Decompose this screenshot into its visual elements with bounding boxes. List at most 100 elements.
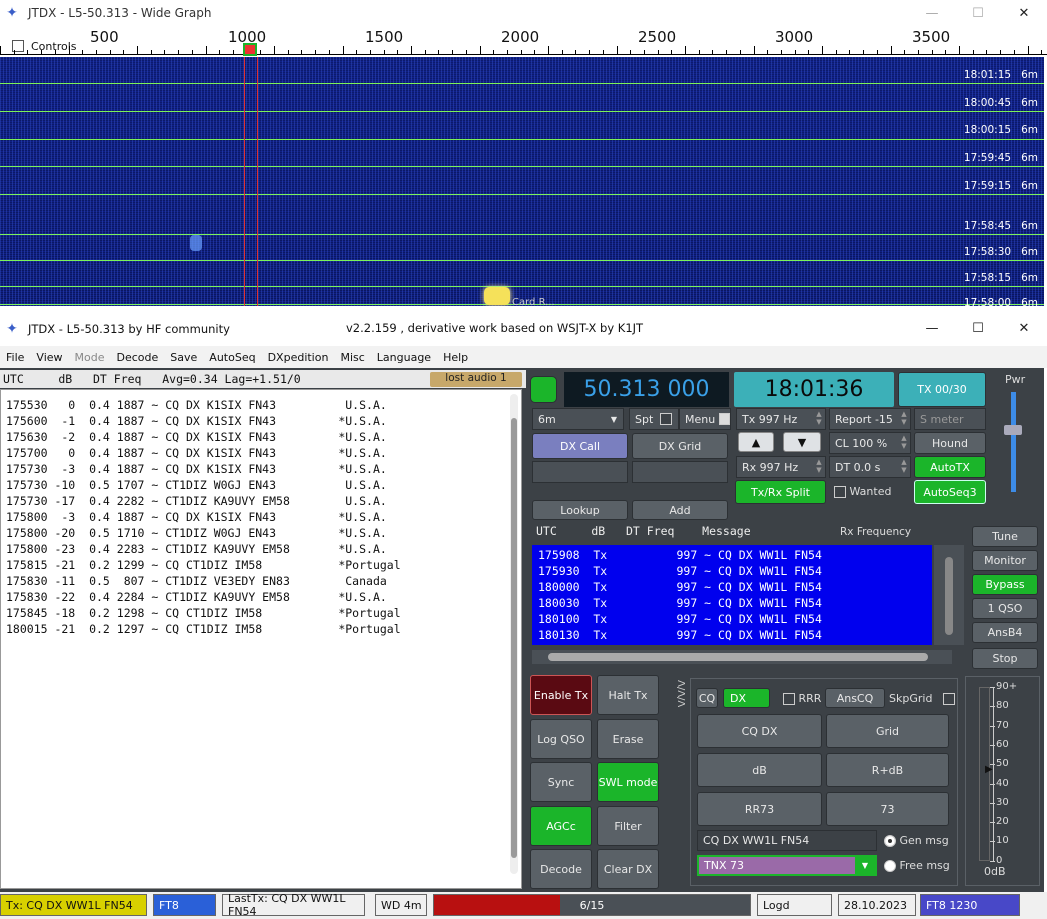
close-icon[interactable]: ✕ (1001, 0, 1047, 26)
txrx-split-button[interactable]: Tx/Rx Split (735, 480, 826, 504)
maximize-icon[interactable]: ☐ (955, 0, 1001, 26)
dx-call-input[interactable] (532, 461, 628, 483)
rx-hscrollbar[interactable] (532, 650, 952, 664)
close-icon[interactable]: ✕ (1001, 313, 1047, 344)
pwr-slider-track[interactable] (1011, 392, 1016, 492)
gen-msg-field[interactable]: CQ DX WW1L FN54 (697, 830, 877, 851)
menu-file[interactable]: File (0, 351, 30, 364)
dx-call-button[interactable]: DX Call (532, 433, 628, 459)
agcc-button[interactable]: AGCc (530, 806, 592, 846)
menu-misc[interactable]: Misc (334, 351, 370, 364)
menu-language[interactable]: Language (371, 351, 437, 364)
menu-decode[interactable]: Decode (111, 351, 165, 364)
menu-autoseq[interactable]: AutoSeq (203, 351, 261, 364)
band-row[interactable]: 175800 -3 0.4 1887 ~ CQ DX K1SIX FN43 *U… (6, 510, 387, 524)
dt-spinbox[interactable]: DT 0.0 s ▲ ▼ (829, 456, 911, 478)
73-button[interactable]: 73 (826, 792, 949, 826)
free-msg-radio[interactable]: Free msg (884, 859, 950, 872)
rx-row[interactable]: 180000 Tx 997 ~ CQ DX WW1L FN54 (538, 580, 822, 594)
side-bypass-button[interactable]: Bypass (972, 574, 1038, 595)
band-row[interactable]: 175530 0 0.4 1887 ~ CQ DX K1SIX FN43 U.S… (6, 398, 387, 412)
sync-button[interactable]: Sync (530, 762, 592, 802)
side-tune-button[interactable]: Tune (972, 526, 1038, 547)
band-row[interactable]: 175630 -2 0.4 1887 ~ CQ DX K1SIX FN43 *U… (6, 430, 387, 444)
rx-freq-spinbox[interactable]: Rx 997 Hz ▲ ▼ (736, 456, 826, 478)
skpgrid-checkbox[interactable]: SkpGrid (889, 692, 955, 705)
freq-up-button[interactable]: ▲ (738, 432, 774, 452)
rx-row[interactable]: 180130 Tx 997 ~ CQ DX WW1L FN54 (538, 628, 822, 642)
spt-checkbox[interactable]: Spt (629, 408, 679, 430)
frequency-ruler[interactable]: Controls 500 1000 1500 2000 2500 3000 3500 (0, 27, 1047, 57)
smeter-field[interactable]: S meter (914, 408, 986, 430)
rx-row[interactable]: 175908 Tx 997 ~ CQ DX WW1L FN54 (538, 548, 822, 562)
rx-row[interactable]: 180030 Tx 997 ~ CQ DX WW1L FN54 (538, 596, 822, 610)
band-row[interactable]: 175730 -3 0.4 1887 ~ CQ DX K1SIX FN43 *U… (6, 462, 387, 476)
band-row[interactable]: 175830 -22 0.4 2284 ~ CT1DIZ KA9UVY EM58… (6, 590, 387, 604)
band-row[interactable]: 175800 -20 0.5 1710 ~ CT1DIZ W0GJ EN43 *… (6, 526, 387, 540)
band-row[interactable]: 175730 -10 0.5 1707 ~ CT1DIZ W0GJ EN43 U… (6, 478, 387, 492)
db-button[interactable]: dB (697, 753, 822, 787)
anscq-button[interactable]: AnsCQ (825, 688, 885, 708)
enable-tx-button[interactable]: Enable Tx (530, 675, 592, 715)
rrr-checkbox[interactable]: RRR (783, 692, 821, 705)
minimize-icon[interactable]: — (909, 0, 955, 26)
hound-button[interactable]: Hound (914, 432, 986, 454)
autoseq-button[interactable]: AutoSeq3 (914, 480, 986, 504)
band-row[interactable]: 175730 -17 0.4 2282 ~ CT1DIZ KA9UVY EM58… (6, 494, 387, 508)
dx-grid-button[interactable]: DX Grid (632, 433, 728, 459)
tx-freq-spinbox[interactable]: Tx 997 Hz ▲ ▼ (736, 408, 826, 430)
menu-checkbox[interactable]: Menu (679, 408, 731, 430)
side-monitor-button[interactable]: Monitor (972, 550, 1038, 571)
cl-spinbox[interactable]: CL 100 % ▲ ▼ (829, 432, 911, 454)
side-stop-button[interactable]: Stop (972, 648, 1038, 669)
band-row[interactable]: 175830 -11 0.5 807 ~ CT1DIZ VE3EDY EN83 … (6, 574, 387, 588)
minimize-icon[interactable]: — (909, 313, 955, 344)
side-ansb4-button[interactable]: AnsB4 (972, 622, 1038, 643)
pwr-slider-handle[interactable] (1004, 425, 1022, 435)
menu-mode[interactable]: Mode (69, 351, 111, 364)
rx-scrollbar[interactable] (934, 545, 964, 645)
decode-button[interactable]: Decode (530, 849, 592, 889)
gen-msg-radio[interactable]: Gen msg (884, 834, 949, 847)
autotx-button[interactable]: AutoTX (914, 456, 986, 478)
band-row[interactable]: 175845 -18 0.2 1298 ~ CQ CT1DIZ IM58 *Po… (6, 606, 401, 620)
rr73-button[interactable]: RR73 (697, 792, 822, 826)
r-db-button[interactable]: R+dB (826, 753, 949, 787)
grid-button[interactable]: Grid (826, 714, 949, 748)
report-spinbox[interactable]: Report -15 ▲ ▼ (829, 408, 911, 430)
band-scrollbar[interactable] (510, 394, 518, 874)
band-row[interactable]: 180015 -21 0.2 1297 ~ CQ CT1DIZ IM58 *Po… (6, 622, 401, 636)
band-activity-list[interactable]: 175530 0 0.4 1887 ~ CQ DX K1SIX FN43 U.S… (0, 389, 522, 889)
frequency-display[interactable]: 50.313 000 (564, 372, 729, 407)
freq-down-button[interactable]: ▼ (783, 432, 821, 452)
clear-dx-button[interactable]: Clear DX (597, 849, 659, 889)
erase-button[interactable]: Erase (597, 719, 659, 759)
menu-dxpedition[interactable]: DXpedition (262, 351, 335, 364)
band-row[interactable]: 175815 -21 0.2 1299 ~ CQ CT1DIZ IM58 *Po… (6, 558, 401, 572)
rx-row[interactable]: 180100 Tx 997 ~ CQ DX WW1L FN54 (538, 612, 822, 626)
band-row[interactable]: 175800 -23 0.4 2283 ~ CT1DIZ KA9UVY EM58… (6, 542, 387, 556)
dx-grid-input[interactable] (632, 461, 728, 483)
rx-frequency-list[interactable]: 175908 Tx 997 ~ CQ DX WW1L FN54 175930 Tx… (532, 545, 932, 645)
side-1-qso-button[interactable]: 1 QSO (972, 598, 1038, 619)
maximize-icon[interactable]: ☐ (955, 313, 1001, 344)
tx-period-button[interactable]: TX 00/30 (898, 372, 986, 407)
menu-view[interactable]: View (30, 351, 68, 364)
band-row[interactable]: 175600 -1 0.4 1887 ~ CQ DX K1SIX FN43 *U… (6, 414, 387, 428)
log-qso-button[interactable]: Log QSO (530, 719, 592, 759)
filter-button[interactable]: Filter (597, 806, 659, 846)
band-select[interactable]: 6m ▼ (532, 408, 624, 430)
lookup-button[interactable]: Lookup (532, 500, 628, 520)
wanted-checkbox[interactable]: Wanted (834, 485, 891, 498)
cq-dx-button[interactable]: CQ DX (697, 714, 822, 748)
add-button[interactable]: Add (632, 500, 728, 520)
waterfall[interactable]: 18:01:15 6m 18:00:45 6m 18:00:15 6m 17:59:4… (0, 57, 1044, 306)
swl-mode-button[interactable]: SWL mode (597, 762, 659, 802)
menu-save[interactable]: Save (164, 351, 203, 364)
tab-vertical[interactable]: Λ/Λ/Λ (646, 680, 686, 707)
dx-button[interactable]: DX (723, 688, 770, 708)
rx-row[interactable]: 175930 Tx 997 ~ CQ DX WW1L FN54 (538, 564, 822, 578)
menu-help[interactable]: Help (437, 351, 474, 364)
rx-marker[interactable] (243, 43, 257, 56)
band-row[interactable]: 175700 0 0.4 1887 ~ CQ DX K1SIX FN43 *U.… (6, 446, 387, 460)
